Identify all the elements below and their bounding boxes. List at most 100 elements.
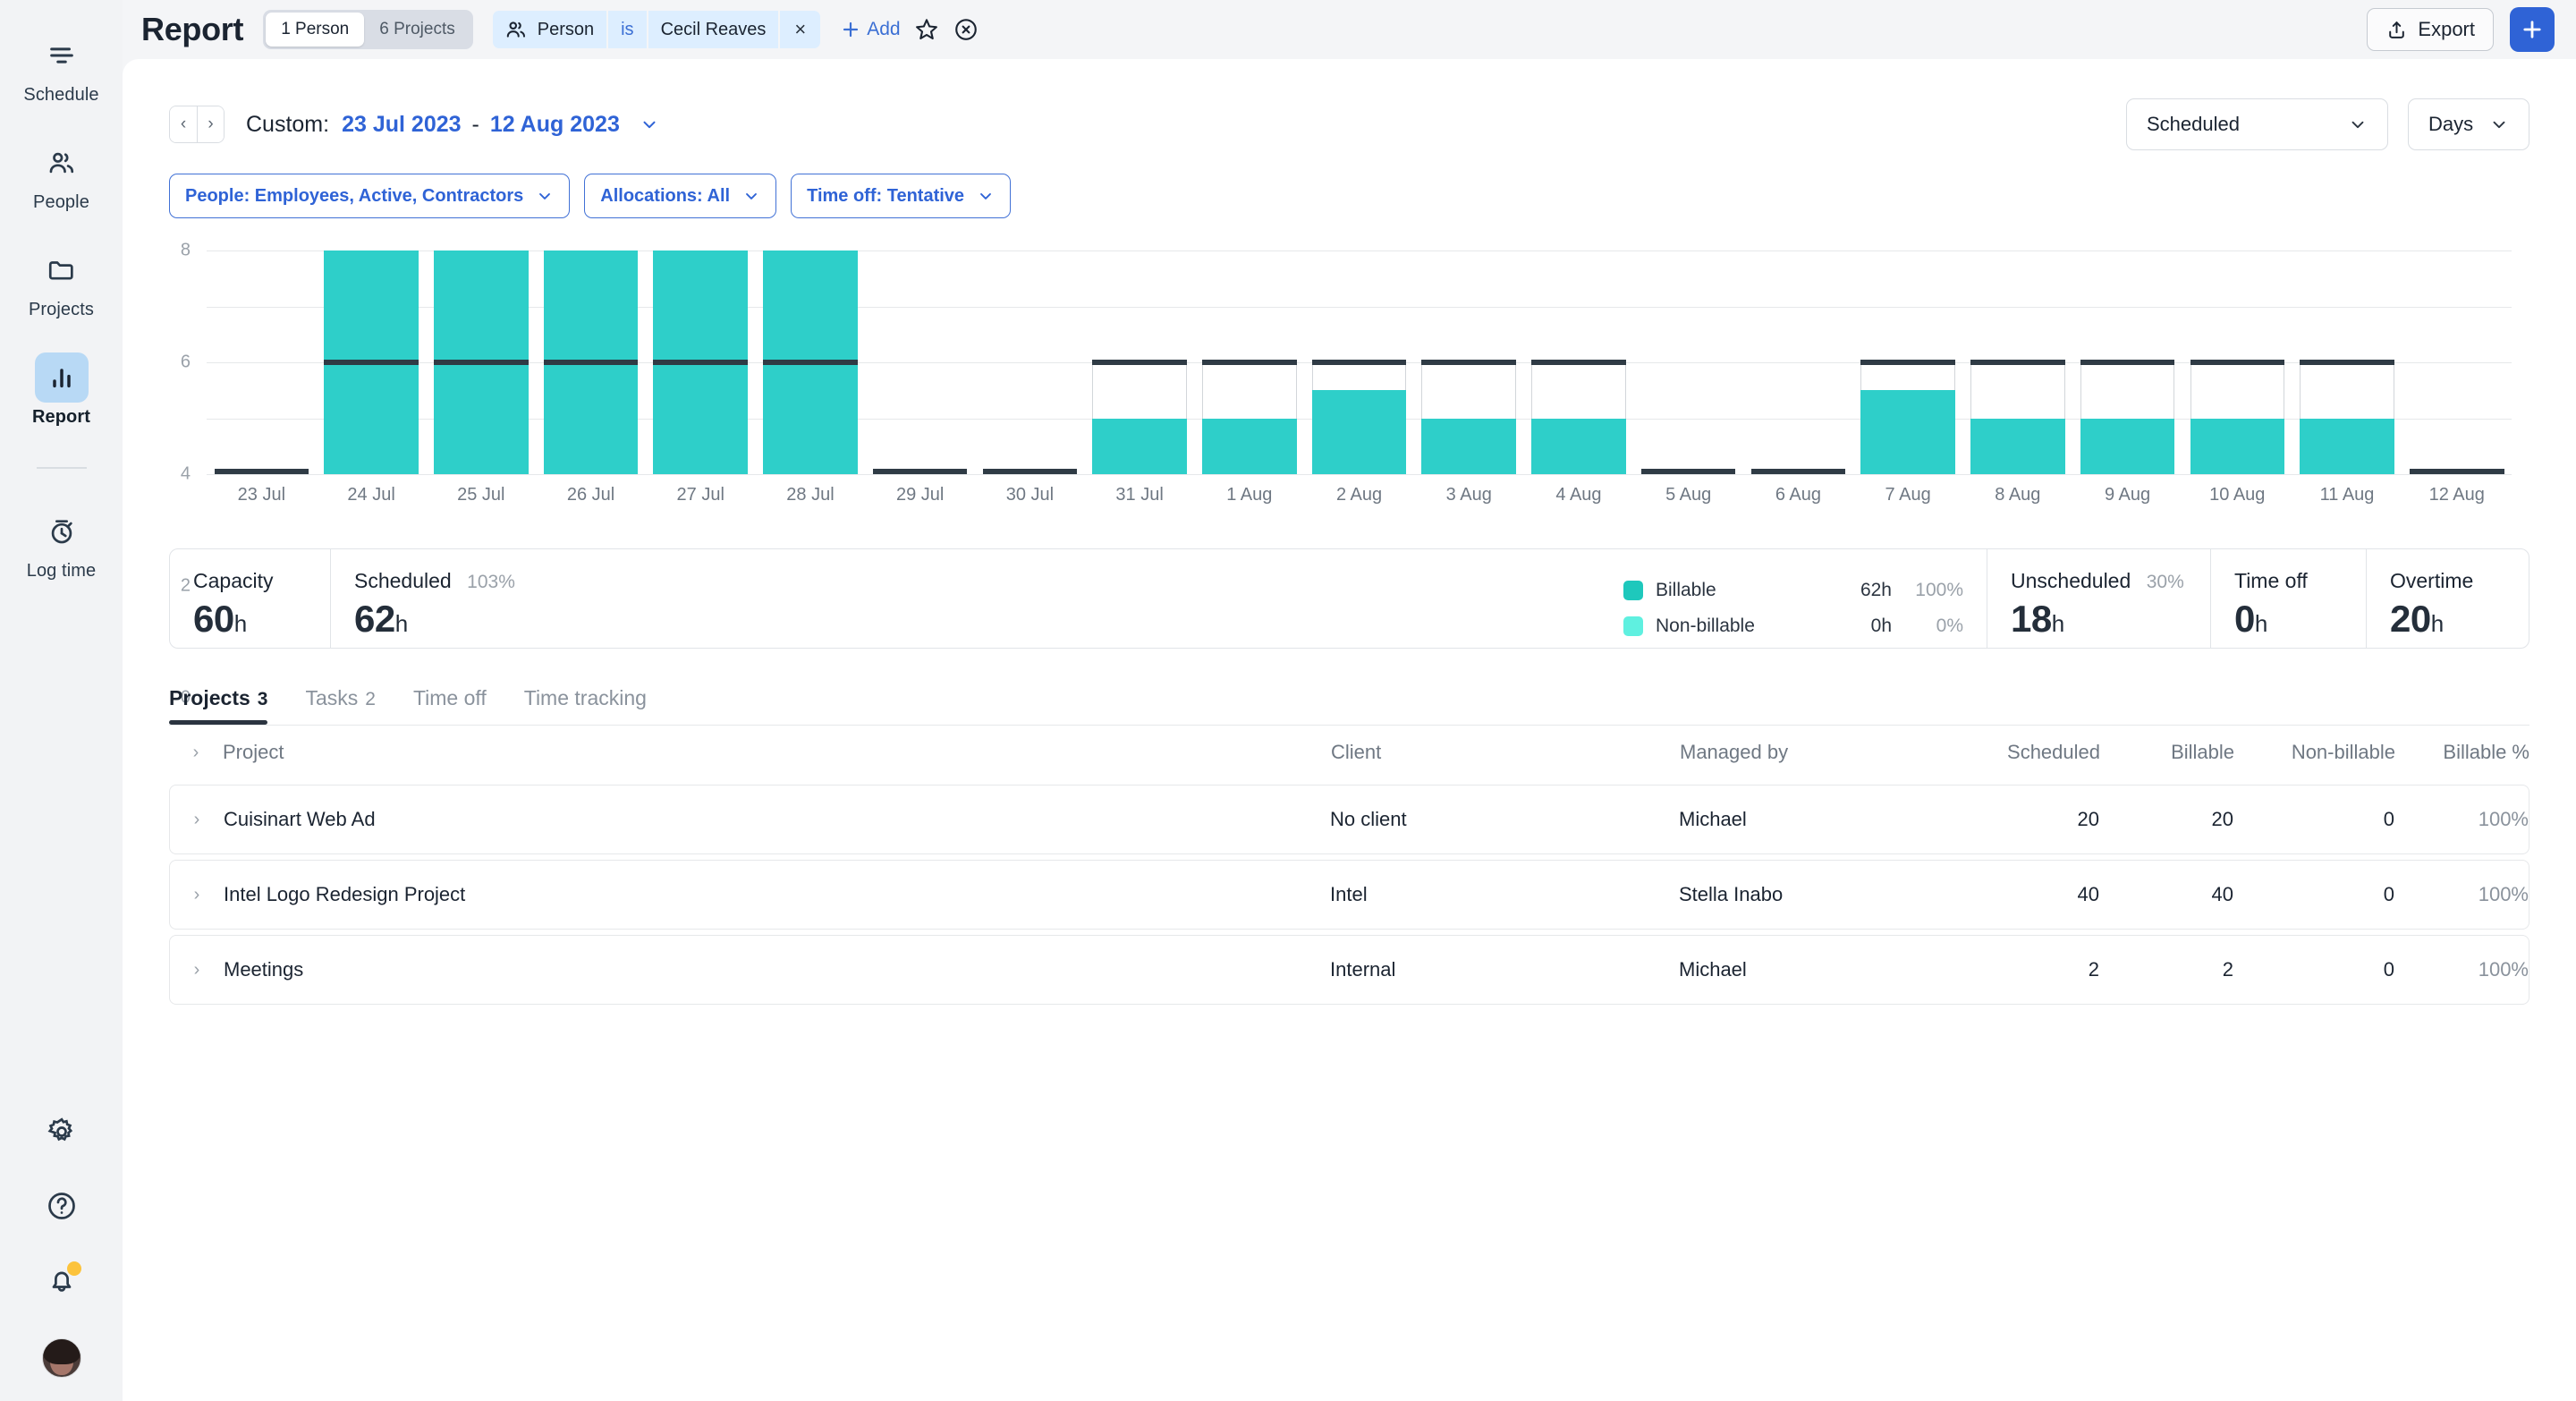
sidebar-item-log-time[interactable]: Log time (0, 506, 123, 582)
chart-bar-column[interactable] (1414, 250, 1524, 474)
tab-label: Time off (413, 686, 487, 709)
sidebar-item-label: Log time (27, 561, 97, 582)
app-root: Schedule People Projects (0, 0, 2576, 1401)
folder-icon (35, 245, 89, 295)
chart-bar-scheduled (2190, 419, 2285, 475)
tab-count: 2 (365, 689, 376, 709)
chart-bar-column[interactable] (2292, 250, 2402, 474)
chart-bar-column[interactable] (1743, 250, 1853, 474)
row-expand-icon[interactable]: › (170, 960, 224, 981)
sidebar-item-schedule[interactable]: Schedule (0, 30, 123, 106)
new-item-button[interactable] (2510, 7, 2555, 52)
star-icon[interactable] (913, 16, 940, 43)
chip-people-filter[interactable]: People: Employees, Active, Contractors (169, 174, 570, 218)
scope-people-button[interactable]: 1 Person (266, 13, 364, 47)
date-to[interactable]: 12 Aug 2023 (490, 112, 620, 138)
tab-time-tracking[interactable]: Time tracking (524, 686, 647, 725)
chart-bars (207, 250, 2512, 474)
stat-number: 20 (2390, 598, 2431, 640)
plus-icon (2520, 17, 2545, 42)
chart-bar-column[interactable] (317, 250, 427, 474)
filter-field[interactable]: Person (493, 11, 606, 48)
row-expand-icon[interactable]: › (170, 810, 224, 830)
chart-bar-column[interactable] (1085, 250, 1195, 474)
chevron-down-icon (742, 187, 760, 205)
chart-x-tick: 5 Aug (1633, 485, 1743, 505)
expand-all-icon[interactable]: › (169, 743, 223, 763)
tab-projects[interactable]: Projects3 (169, 686, 267, 725)
table-row[interactable]: › Cuisinart Web Ad No client Michael 20 … (169, 785, 2529, 854)
chart-x-axis-labels: 23 Jul24 Jul25 Jul26 Jul27 Jul28 Jul29 J… (207, 485, 2512, 505)
chart-capacity-marker (1092, 360, 1187, 365)
chart-capacity-marker (544, 360, 639, 365)
chart-bar-column[interactable] (536, 250, 646, 474)
chart-bar-column[interactable] (1194, 250, 1304, 474)
tab-tasks[interactable]: Tasks2 (305, 686, 375, 725)
chart-x-tick: 30 Jul (975, 485, 1085, 505)
stat-scheduled-header: Scheduled 103% (354, 569, 515, 593)
table-row[interactable]: › Meetings Internal Michael 2 2 0 100% (169, 935, 2529, 1005)
gear-icon[interactable] (46, 1116, 78, 1152)
chart-bar-column[interactable] (1524, 250, 1634, 474)
chart-bar-column[interactable] (2072, 250, 2182, 474)
chart-x-tick: 29 Jul (865, 485, 975, 505)
stat-unscheduled-header: Unscheduled 30% (2011, 569, 2187, 593)
avatar[interactable] (42, 1338, 81, 1378)
chart-bar-scheduled (1312, 390, 1407, 474)
sidebar-item-report[interactable]: Report (0, 352, 123, 428)
chart-bar-column[interactable] (975, 250, 1085, 474)
next-period-button[interactable]: › (197, 106, 224, 142)
chevron-down-icon[interactable] (640, 115, 659, 134)
chevron-down-icon (536, 187, 554, 205)
filter-value[interactable]: Cecil Reaves (648, 11, 779, 48)
filter-remove-icon[interactable]: × (780, 11, 820, 48)
stat-number: 18 (2011, 598, 2052, 640)
date-from[interactable]: 23 Jul 2023 (342, 112, 461, 138)
chart-bar-column[interactable] (426, 250, 536, 474)
clear-filters-icon[interactable] (953, 16, 979, 43)
chart-bar-column[interactable] (207, 250, 317, 474)
person-icon (504, 18, 528, 41)
cell-non-billable: 0 (2233, 883, 2394, 906)
chart-bar-column[interactable] (756, 250, 866, 474)
chart-bar-column[interactable] (865, 250, 975, 474)
add-filter-button[interactable]: Add (840, 19, 900, 40)
chart-x-tick: 3 Aug (1414, 485, 1524, 505)
help-icon[interactable] (46, 1190, 78, 1227)
prev-period-button[interactable]: ‹ (170, 106, 197, 142)
stat-timeoff-header: Time off (2234, 569, 2343, 593)
chart-bar-column[interactable] (646, 250, 756, 474)
chart-x-tick: 24 Jul (317, 485, 427, 505)
metric-select[interactable]: Scheduled (2126, 98, 2388, 150)
chart-x-tick: 27 Jul (646, 485, 756, 505)
tab-time-off[interactable]: Time off (413, 686, 487, 725)
filter-operator[interactable]: is (608, 11, 646, 48)
bell-icon[interactable] (46, 1264, 78, 1301)
table-row[interactable]: › Intel Logo Redesign Project Intel Stel… (169, 860, 2529, 930)
chart-bar-scheduled (1092, 419, 1187, 475)
chart-bar-column[interactable] (1963, 250, 2073, 474)
row-expand-icon[interactable]: › (170, 885, 224, 905)
chart-bar-column[interactable] (2402, 250, 2512, 474)
chart-capacity-marker (1970, 360, 2065, 365)
chart-capacity-marker (2300, 360, 2394, 365)
scope-projects-button[interactable]: 6 Projects (364, 13, 470, 47)
chart-bar-column[interactable] (1304, 250, 1414, 474)
chip-allocations-filter[interactable]: Allocations: All (584, 174, 776, 218)
chip-timeoff-filter[interactable]: Time off: Tentative (791, 174, 1011, 218)
sidebar-item-people[interactable]: People (0, 138, 123, 213)
chart-zero-marker (1641, 469, 1736, 474)
chart-bar-column[interactable] (2182, 250, 2292, 474)
export-button[interactable]: Export (2367, 8, 2494, 51)
avatar-hair (43, 1338, 80, 1364)
chart-y-tick: 8 (181, 241, 191, 261)
stat-overtime-value: 20h (2390, 598, 2505, 641)
legend-percent: 0% (1892, 608, 1963, 644)
stat-percent: 30% (2147, 572, 2184, 592)
chart-x-tick: 2 Aug (1304, 485, 1414, 505)
sidebar-item-projects[interactable]: Projects (0, 245, 123, 320)
chart-bar-column[interactable] (1853, 250, 1963, 474)
filter-pill: Person is Cecil Reaves × (493, 11, 821, 48)
grouping-select[interactable]: Days (2408, 98, 2529, 150)
chart-bar-column[interactable] (1633, 250, 1743, 474)
